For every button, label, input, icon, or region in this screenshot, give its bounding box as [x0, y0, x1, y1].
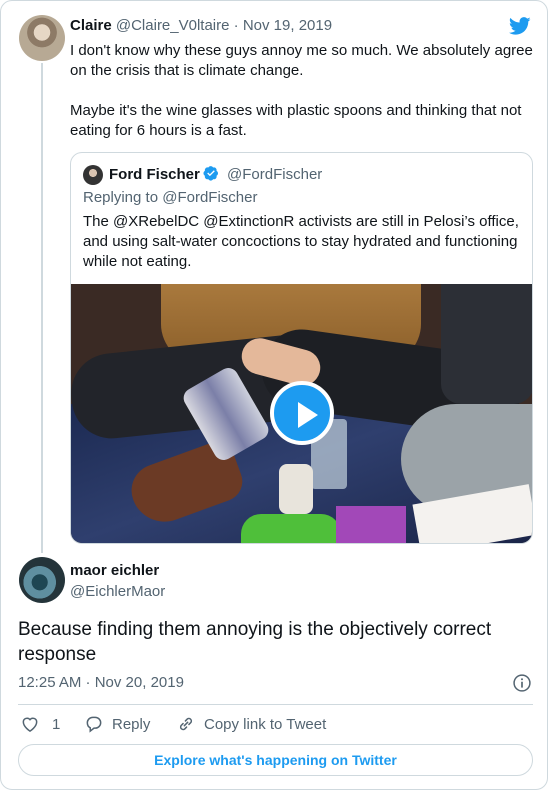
- reply-label: Reply: [112, 715, 151, 733]
- author-name[interactable]: Claire: [70, 17, 112, 34]
- like-count: 1: [52, 715, 61, 733]
- tweet-date[interactable]: Nov 19, 2019: [243, 17, 332, 34]
- video-purple-object: [336, 506, 406, 543]
- divider: [18, 704, 533, 705]
- reply-icon: [86, 716, 102, 733]
- video-bottle: [279, 464, 313, 514]
- quoted-tweet[interactable]: Ford Fischer @FordFischer Replying to @F…: [70, 152, 533, 544]
- tweet-timestamp[interactable]: 12:25 AM · Nov 20, 2019: [18, 674, 184, 691]
- paragraph-2: Maybe it's the wine glasses with plastic…: [70, 102, 522, 139]
- play-icon: [298, 402, 318, 428]
- replying-to[interactable]: Replying to @FordFischer: [83, 189, 257, 206]
- quoted-author-name[interactable]: Ford Fischer: [109, 166, 200, 183]
- author-handle[interactable]: @Claire_V0ltaire: [116, 17, 230, 34]
- copy-link-button[interactable]: Copy link to Tweet: [176, 714, 326, 734]
- quoted-header: Ford Fischer @FordFischer: [109, 165, 322, 183]
- avatar-ford-fischer[interactable]: [83, 165, 103, 185]
- reply-button[interactable]: Reply: [84, 714, 150, 734]
- explore-twitter-button[interactable]: Explore what's happening on Twitter: [18, 744, 533, 776]
- heart-icon: [22, 717, 38, 732]
- video-bag: [441, 284, 532, 404]
- avatar-claire[interactable]: [19, 15, 65, 61]
- maor-author-name[interactable]: maor eichler: [70, 562, 159, 579]
- main-tweet-text: Because finding them annoying is the obj…: [18, 619, 492, 665]
- quoted-author-handle[interactable]: @FordFischer: [227, 166, 322, 183]
- tweet-embed-card: Claire @Claire_V0ltaire · Nov 19, 2019 I…: [0, 0, 548, 790]
- video-green-object: [241, 514, 341, 543]
- thread-line: [41, 63, 43, 553]
- like-button[interactable]: 1: [20, 714, 60, 734]
- copy-link-label: Copy link to Tweet: [204, 715, 327, 733]
- avatar-maor[interactable]: [19, 557, 65, 603]
- paragraph-1: I don't know why these guys annoy me so …: [70, 42, 533, 79]
- play-button[interactable]: [270, 381, 334, 445]
- maor-author-handle[interactable]: @EichlerMaor: [70, 583, 165, 600]
- info-icon[interactable]: [512, 673, 532, 693]
- link-icon: [179, 717, 193, 731]
- verified-badge-icon: [203, 166, 218, 181]
- separator: ·: [233, 17, 239, 34]
- claire-tweet-text: I don't know why these guys annoy me so …: [70, 41, 536, 141]
- video-thumbnail[interactable]: [71, 284, 532, 543]
- claire-header: Claire @Claire_V0ltaire · Nov 19, 2019: [70, 17, 332, 34]
- twitter-bird-icon[interactable]: [507, 15, 533, 37]
- quoted-tweet-text: The @XRebelDC @ExtinctionR activists are…: [83, 213, 519, 270]
